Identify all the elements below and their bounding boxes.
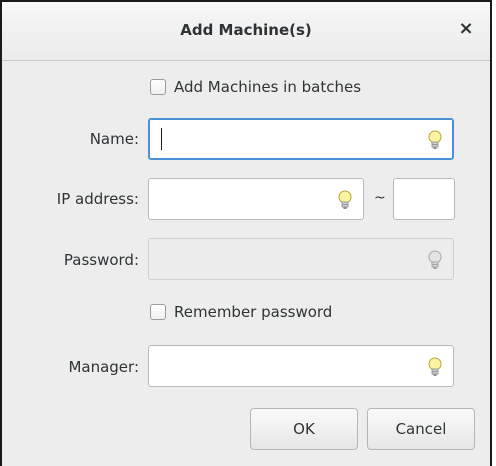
add-machines-dialog: Add Machine(s) × Add Machines in batches… — [0, 0, 492, 466]
lightbulb-icon — [428, 250, 442, 269]
name-label: Name: — [89, 130, 139, 148]
password-input[interactable] — [148, 238, 454, 280]
ip-address-label: IP address: — [56, 190, 139, 208]
ip-range-end-input[interactable] — [393, 178, 455, 220]
title-bar: Add Machine(s) × — [2, 2, 490, 61]
batch-checkbox-row[interactable]: Add Machines in batches — [150, 78, 361, 96]
batch-checkbox[interactable] — [150, 79, 166, 95]
text-caret — [161, 128, 162, 150]
ok-button[interactable]: OK — [250, 408, 358, 450]
lightbulb-icon[interactable] — [427, 356, 443, 378]
name-input[interactable] — [148, 118, 454, 160]
batch-checkbox-label: Add Machines in batches — [174, 78, 362, 96]
manager-input[interactable] — [148, 345, 454, 387]
ip-range-separator: ~ — [374, 190, 386, 206]
lightbulb-icon[interactable] — [427, 129, 443, 151]
remember-password-row[interactable]: Remember password — [150, 303, 332, 321]
close-icon[interactable]: × — [456, 18, 476, 40]
dialog-title: Add Machine(s) — [180, 21, 312, 39]
password-label: Password: — [63, 251, 139, 269]
cancel-button[interactable]: Cancel — [367, 408, 475, 450]
remember-password-checkbox[interactable] — [150, 304, 166, 320]
manager-label: Manager: — [68, 358, 139, 376]
remember-password-label: Remember password — [174, 303, 333, 321]
lightbulb-icon[interactable] — [337, 189, 353, 211]
ip-address-input[interactable] — [148, 178, 364, 220]
